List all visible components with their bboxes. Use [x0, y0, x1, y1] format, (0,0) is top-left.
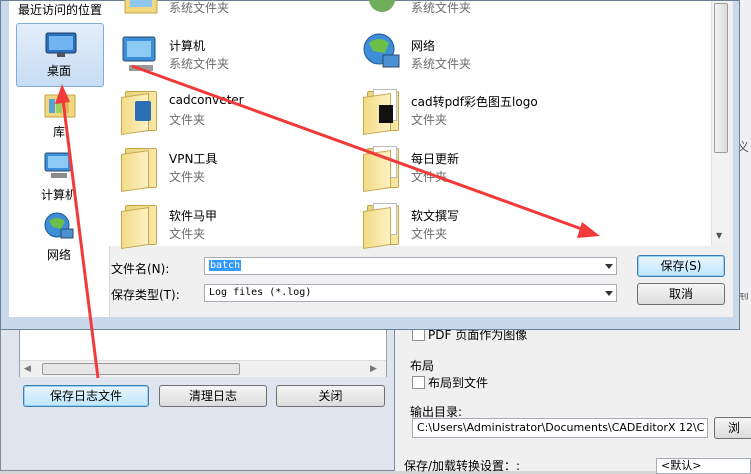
arrowhead-icon: [577, 222, 600, 238]
annotation-arrow-to-desktop: [60, 91, 100, 379]
arrowhead-icon: [55, 84, 70, 104]
annotation-arrows: [55, 64, 600, 379]
annotation-arrow-to-filename: [131, 64, 591, 234]
